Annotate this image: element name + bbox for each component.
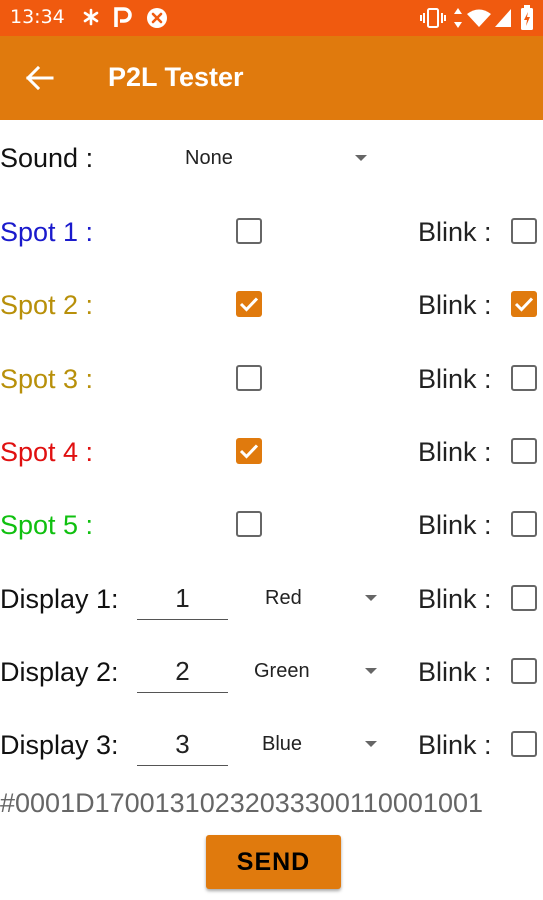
spot-1-blink-checkbox[interactable] bbox=[511, 218, 537, 244]
sound-value: None bbox=[185, 147, 233, 169]
spot-2-checkbox[interactable] bbox=[236, 291, 262, 317]
display-1-color-value: Red bbox=[265, 587, 302, 609]
spot-1-blink-label: Blink : bbox=[418, 217, 492, 247]
data-arrows-icon bbox=[454, 8, 462, 28]
display-3-blink-label: Blink : bbox=[418, 730, 492, 760]
spot-5-blink-label: Blink : bbox=[418, 510, 492, 540]
display-1-blink-label: Blink : bbox=[418, 584, 492, 614]
spot-3-checkbox[interactable] bbox=[236, 365, 262, 391]
battery-icon bbox=[521, 5, 533, 30]
display-1-number-input[interactable]: 1 bbox=[137, 579, 228, 620]
dropdown-caret-icon bbox=[365, 668, 377, 674]
dropdown-caret-icon bbox=[365, 741, 377, 747]
command-string: #0001D17001310232033300110001001 bbox=[0, 788, 483, 818]
signal-icon bbox=[495, 9, 511, 27]
checkmark-icon bbox=[514, 297, 534, 312]
spot-1-checkbox[interactable] bbox=[236, 218, 262, 244]
send-button[interactable]: SEND bbox=[206, 835, 341, 889]
p-badge-icon bbox=[114, 7, 132, 27]
display-3-color-spinner[interactable]: Blue bbox=[245, 728, 385, 760]
spot-3-label: Spot 3 : bbox=[0, 364, 94, 394]
checkmark-icon bbox=[239, 297, 259, 312]
spot-4-checkbox[interactable] bbox=[236, 438, 262, 464]
display-3-label: Display 3: bbox=[0, 730, 119, 760]
display-3-color-value: Blue bbox=[262, 733, 303, 755]
display-1-label: Display 1: bbox=[0, 584, 119, 614]
spot-3-blink-checkbox[interactable] bbox=[511, 365, 537, 391]
back-arrow-icon[interactable] bbox=[20, 58, 60, 98]
dropdown-caret-icon bbox=[365, 595, 377, 601]
display-2-color-spinner[interactable]: Green bbox=[245, 655, 385, 687]
spot-5-checkbox[interactable] bbox=[236, 511, 262, 537]
status-bar: 13:34 bbox=[0, 0, 543, 36]
display-2-number-input[interactable]: 2 bbox=[137, 652, 228, 693]
spot-2-blink-checkbox[interactable] bbox=[511, 291, 537, 317]
spot-3-blink-label: Blink : bbox=[418, 364, 492, 394]
dropdown-caret-icon bbox=[355, 155, 367, 161]
status-time: 13:34 bbox=[10, 6, 65, 28]
display-1-color-spinner[interactable]: Red bbox=[245, 582, 385, 614]
checkmark-icon bbox=[239, 444, 259, 459]
spot-4-blink-label: Blink : bbox=[418, 437, 492, 467]
spot-2-blink-label: Blink : bbox=[418, 290, 492, 320]
blocked-icon bbox=[147, 8, 167, 28]
sound-label: Sound : bbox=[0, 143, 94, 173]
spot-5-label: Spot 5 : bbox=[0, 510, 94, 540]
spot-1-label: Spot 1 : bbox=[0, 217, 94, 247]
display-2-blink-checkbox[interactable] bbox=[511, 658, 537, 684]
sound-spinner[interactable]: None bbox=[180, 140, 380, 176]
spot-2-label: Spot 2 : bbox=[0, 290, 94, 320]
display-2-label: Display 2: bbox=[0, 657, 119, 687]
vibrate-icon bbox=[420, 8, 446, 28]
display-2-blink-label: Blink : bbox=[418, 657, 492, 687]
display-3-blink-checkbox[interactable] bbox=[511, 731, 537, 757]
spot-4-blink-checkbox[interactable] bbox=[511, 438, 537, 464]
app-bar: P2L Tester bbox=[0, 36, 543, 120]
spot-5-blink-checkbox[interactable] bbox=[511, 511, 537, 537]
spot-4-label: Spot 4 : bbox=[0, 437, 94, 467]
display-1-blink-checkbox[interactable] bbox=[511, 585, 537, 611]
display-2-color-value: Green bbox=[254, 660, 310, 682]
page-title: P2L Tester bbox=[108, 62, 244, 92]
wifi-icon bbox=[467, 9, 491, 27]
asterisk-icon bbox=[83, 8, 99, 26]
display-3-number-input[interactable]: 3 bbox=[137, 725, 228, 766]
